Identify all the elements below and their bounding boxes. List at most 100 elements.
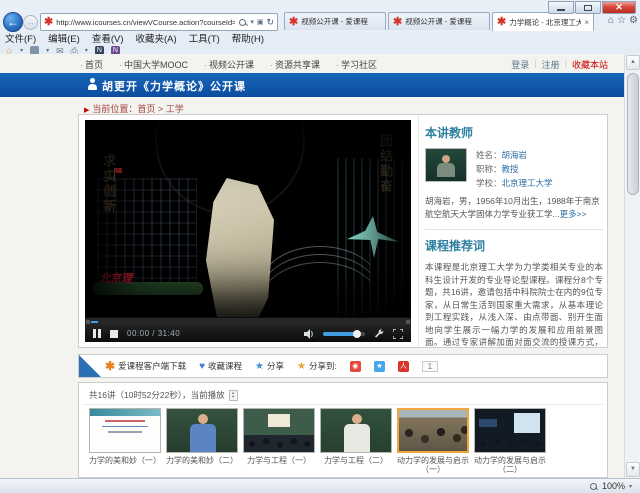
settings-wrench-icon[interactable] <box>374 329 384 339</box>
lecture-caption-3[interactable]: 力学与工程（一） <box>239 456 319 465</box>
lecture-thumbnail-6[interactable] <box>474 408 546 453</box>
nav-home[interactable]: ·首页 <box>80 58 103 71</box>
zoom-level[interactable]: 100% <box>602 481 625 491</box>
lecture-caption-5[interactable]: 动力学的发展与启示（一） <box>393 456 473 474</box>
client-download-link[interactable]: ✱爱课程客户端下载 <box>105 360 186 372</box>
search-dropdown-icon[interactable]: ▾ <box>250 18 254 26</box>
teacher-name-row: 姓名：胡海岩 <box>476 148 553 162</box>
favorite-site-link[interactable]: 收藏本站 <box>572 58 608 71</box>
seek-bar[interactable] <box>85 317 411 325</box>
share-button[interactable]: ★分享 <box>255 360 284 372</box>
tab-video-open-course-1[interactable]: ✱ 视频公开课 - 爱课程 <box>284 12 386 30</box>
site-top-nav: ·首页 ·中国大学MOOC ·视频公开课 ·资源共享课 ·学习社区 <box>80 58 377 71</box>
nav-learning-community[interactable]: ·学习社区 <box>336 58 377 71</box>
lecture-caption-2[interactable]: 力学的美和妙（二） <box>162 456 242 465</box>
tab-mechanics-course[interactable]: ✱ 力学概论 - 北京理工大... × <box>492 12 594 31</box>
volume-knob <box>353 330 361 338</box>
course-sidebar: 本讲教师 姓名：胡海岩 职称：教授 学校：北京理工大学 胡海岩，男，1956年1… <box>421 115 607 347</box>
seek-progress <box>91 321 98 323</box>
dropdown-icon[interactable]: ▾ <box>85 47 88 54</box>
zoom-dropdown-icon[interactable]: ▾ <box>629 483 632 490</box>
scroll-up-icon[interactable]: ▲ <box>626 55 640 70</box>
nav-video-open-course[interactable]: ·视频公开课 <box>204 58 254 71</box>
register-link[interactable]: 注册 <box>542 58 560 71</box>
menu-file[interactable]: 文件(F) <box>5 31 36 45</box>
dropdown-icon[interactable]: ▾ <box>20 47 23 54</box>
refresh-icon[interactable]: ↻ <box>266 17 274 28</box>
menu-help[interactable]: 帮助(H) <box>232 31 264 45</box>
pause-button[interactable] <box>93 329 101 338</box>
action-toolbar: ✱爱课程客户端下载 ♥收藏课程 ★分享 ★分享到: ◉ ★ 人 1 <box>78 354 608 378</box>
weibo-icon[interactable]: ◉ <box>350 361 361 372</box>
lecture-playlist-panel: 共16讲（10时52分22秒），当前播放 ▲▼ 力学的美和妙（一） 力学的美和妙… <box>78 382 608 478</box>
browser-action-icons: ⌂ ☆ ⚙ <box>608 15 638 27</box>
nav-shared-resources[interactable]: ·资源共享课 <box>270 58 320 71</box>
menu-edit[interactable]: 编辑(E) <box>48 31 80 45</box>
seek-marker <box>86 320 90 324</box>
breadcrumb-arrow-icon: ▶ <box>84 107 89 114</box>
separator: | <box>534 58 536 71</box>
tab-title: 力学概论 - 北京理工大... <box>509 17 581 28</box>
minimize-button[interactable] <box>548 1 574 14</box>
qzone-icon[interactable]: ★ <box>374 361 385 372</box>
playlist-header: 共16讲（10时52分22秒），当前播放 ▲▼ <box>89 389 238 401</box>
compatibility-view-icon[interactable]: ▣ <box>257 18 264 26</box>
menu-favorites[interactable]: 收藏夹(A) <box>135 31 176 45</box>
teacher-title-row: 职称：教授 <box>476 162 553 176</box>
course-main-panel: 北京理 团结勤奋 求实创新 00:00 / 31:40 <box>78 114 608 348</box>
status-bar: 100% ▾ <box>0 478 640 493</box>
tab-favicon-icon: ✱ <box>497 17 506 27</box>
heart-icon: ♥ <box>199 361 205 372</box>
menu-tools[interactable]: 工具(T) <box>189 31 220 45</box>
lecture-thumbnail-2[interactable] <box>166 408 238 453</box>
search-icon[interactable] <box>238 18 247 27</box>
forward-button[interactable]: → <box>23 15 38 30</box>
volume-icon[interactable] <box>304 329 314 339</box>
breadcrumb-category-link[interactable]: 工学 <box>166 104 184 114</box>
lecture-caption-4[interactable]: 力学与工程（二） <box>316 456 396 465</box>
favorites-icon[interactable]: ☆ <box>617 15 626 27</box>
lecture-thumbnail-5-current[interactable] <box>397 408 469 453</box>
back-icon: ← <box>7 15 19 29</box>
nav-mooc[interactable]: ·中国大学MOOC <box>119 58 188 71</box>
address-bar[interactable]: ✱ ▾ ▣ ↻ <box>40 13 278 31</box>
sort-icon[interactable]: ▲▼ <box>229 390 238 401</box>
login-link[interactable]: 登录 <box>511 58 529 71</box>
close-button[interactable]: ✕ <box>602 1 636 14</box>
forward-icon: → <box>26 17 35 27</box>
time-display: 00:00 / 31:40 <box>127 329 180 338</box>
tab-video-open-course-2[interactable]: ✱ 视频公开课 - 爱课程 <box>388 12 490 30</box>
video-screen[interactable]: 北京理 团结勤奋 求实创新 <box>85 120 411 317</box>
more-link[interactable]: 更多>> <box>560 209 587 219</box>
recommend-heading: 课程推荐词 <box>425 237 603 254</box>
bullet-icon: · <box>270 60 273 70</box>
dropdown-icon[interactable]: ▾ <box>46 47 49 54</box>
back-button[interactable]: ← <box>3 12 23 32</box>
tab-title: 视频公开课 - 爱课程 <box>405 16 485 27</box>
scrollbar-thumb[interactable] <box>627 73 639 195</box>
home-icon[interactable]: ⌂ <box>608 15 614 27</box>
renren-icon[interactable]: 人 <box>398 361 409 372</box>
lecture-thumbnail-4[interactable] <box>320 408 392 453</box>
lecture-caption-1[interactable]: 力学的美和妙（一） <box>85 456 165 465</box>
stop-button[interactable] <box>110 330 118 338</box>
favorite-course-button[interactable]: ♥收藏课程 <box>199 360 242 372</box>
maximize-icon <box>584 5 592 11</box>
lecture-caption-6[interactable]: 动力学的发展与启示（二） <box>470 456 550 474</box>
lecture-thumbnail-1[interactable] <box>89 408 161 453</box>
volume-slider[interactable] <box>323 332 365 336</box>
maximize-button[interactable] <box>575 1 601 14</box>
url-input[interactable] <box>56 18 235 27</box>
divider <box>83 404 603 405</box>
scroll-down-icon[interactable]: ▼ <box>626 462 640 477</box>
tab-close-icon[interactable]: × <box>584 18 589 27</box>
breadcrumb-home-link[interactable]: 首页 <box>137 104 155 114</box>
recommend-text: 本课程是北京理工大学为力学类相关专业的本科生设计开发的专业导论型课程。课程分8个… <box>425 261 603 347</box>
menu-view[interactable]: 查看(V) <box>92 31 124 45</box>
fullscreen-icon[interactable] <box>393 329 403 339</box>
gear-icon[interactable]: ⚙ <box>629 15 638 27</box>
browser-window: ✕ ← → ✱ ▾ ▣ ↻ ✱ 视频公开课 - 爱课程 ✱ 视频公开课 - 爱课… <box>0 0 640 493</box>
vertical-scrollbar[interactable]: ▲ ▼ <box>624 54 640 478</box>
download-icon: ✱ <box>105 362 115 370</box>
lecture-thumbnail-3[interactable] <box>243 408 315 453</box>
